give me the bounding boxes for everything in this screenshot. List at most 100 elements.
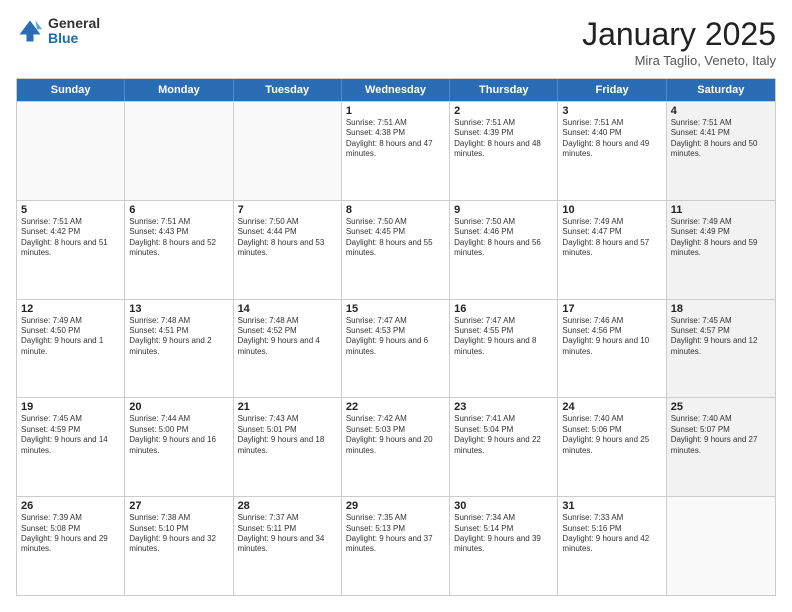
cell-details: Sunrise: 7:51 AM Sunset: 4:38 PM Dayligh… (346, 118, 445, 160)
cell-details: Sunrise: 7:47 AM Sunset: 4:53 PM Dayligh… (346, 316, 445, 358)
day-number: 9 (454, 204, 553, 216)
logo-general-label: General (48, 16, 100, 31)
day-number: 12 (21, 303, 120, 315)
cell-details: Sunrise: 7:48 AM Sunset: 4:52 PM Dayligh… (238, 316, 337, 358)
calendar-cell-3-3: 22Sunrise: 7:42 AM Sunset: 5:03 PM Dayli… (342, 398, 450, 496)
calendar-cell-4-2: 28Sunrise: 7:37 AM Sunset: 5:11 PM Dayli… (234, 497, 342, 595)
calendar-cell-1-6: 11Sunrise: 7:49 AM Sunset: 4:49 PM Dayli… (667, 201, 775, 299)
calendar-cell-3-4: 23Sunrise: 7:41 AM Sunset: 5:04 PM Dayli… (450, 398, 558, 496)
day-number: 22 (346, 401, 445, 413)
calendar-cell-2-6: 18Sunrise: 7:45 AM Sunset: 4:57 PM Dayli… (667, 300, 775, 398)
cell-details: Sunrise: 7:51 AM Sunset: 4:43 PM Dayligh… (129, 217, 228, 259)
calendar-cell-3-6: 25Sunrise: 7:40 AM Sunset: 5:07 PM Dayli… (667, 398, 775, 496)
day-number: 10 (562, 204, 661, 216)
day-number: 21 (238, 401, 337, 413)
day-number: 20 (129, 401, 228, 413)
cell-details: Sunrise: 7:38 AM Sunset: 5:10 PM Dayligh… (129, 513, 228, 555)
calendar: SundayMondayTuesdayWednesdayThursdayFrid… (16, 78, 776, 596)
calendar-cell-0-1 (125, 102, 233, 200)
header-day-tuesday: Tuesday (234, 79, 342, 101)
day-number: 11 (671, 204, 771, 216)
cell-details: Sunrise: 7:48 AM Sunset: 4:51 PM Dayligh… (129, 316, 228, 358)
cell-details: Sunrise: 7:37 AM Sunset: 5:11 PM Dayligh… (238, 513, 337, 555)
header-day-friday: Friday (558, 79, 666, 101)
cell-details: Sunrise: 7:35 AM Sunset: 5:13 PM Dayligh… (346, 513, 445, 555)
calendar-cell-2-5: 17Sunrise: 7:46 AM Sunset: 4:56 PM Dayli… (558, 300, 666, 398)
calendar-cell-4-1: 27Sunrise: 7:38 AM Sunset: 5:10 PM Dayli… (125, 497, 233, 595)
calendar-cell-1-4: 9Sunrise: 7:50 AM Sunset: 4:46 PM Daylig… (450, 201, 558, 299)
logo-blue-label: Blue (48, 31, 100, 46)
logo: General Blue (16, 16, 100, 47)
cell-details: Sunrise: 7:46 AM Sunset: 4:56 PM Dayligh… (562, 316, 661, 358)
day-number: 18 (671, 303, 771, 315)
day-number: 30 (454, 500, 553, 512)
day-number: 1 (346, 105, 445, 117)
day-number: 5 (21, 204, 120, 216)
location-subtitle: Mira Taglio, Veneto, Italy (582, 53, 776, 68)
logo-icon (16, 17, 44, 45)
calendar-row-0: 1Sunrise: 7:51 AM Sunset: 4:38 PM Daylig… (17, 101, 775, 200)
cell-details: Sunrise: 7:51 AM Sunset: 4:41 PM Dayligh… (671, 118, 771, 160)
day-number: 4 (671, 105, 771, 117)
cell-details: Sunrise: 7:42 AM Sunset: 5:03 PM Dayligh… (346, 414, 445, 456)
header-day-thursday: Thursday (450, 79, 558, 101)
day-number: 6 (129, 204, 228, 216)
calendar-cell-1-2: 7Sunrise: 7:50 AM Sunset: 4:44 PM Daylig… (234, 201, 342, 299)
cell-details: Sunrise: 7:43 AM Sunset: 5:01 PM Dayligh… (238, 414, 337, 456)
calendar-row-4: 26Sunrise: 7:39 AM Sunset: 5:08 PM Dayli… (17, 496, 775, 595)
day-number: 7 (238, 204, 337, 216)
calendar-row-3: 19Sunrise: 7:45 AM Sunset: 4:59 PM Dayli… (17, 397, 775, 496)
header: General Blue January 2025 Mira Taglio, V… (16, 16, 776, 68)
title-block: January 2025 Mira Taglio, Veneto, Italy (582, 16, 776, 68)
day-number: 25 (671, 401, 771, 413)
cell-details: Sunrise: 7:34 AM Sunset: 5:14 PM Dayligh… (454, 513, 553, 555)
day-number: 29 (346, 500, 445, 512)
day-number: 3 (562, 105, 661, 117)
calendar-cell-3-5: 24Sunrise: 7:40 AM Sunset: 5:06 PM Dayli… (558, 398, 666, 496)
cell-details: Sunrise: 7:33 AM Sunset: 5:16 PM Dayligh… (562, 513, 661, 555)
cell-details: Sunrise: 7:50 AM Sunset: 4:44 PM Dayligh… (238, 217, 337, 259)
day-number: 28 (238, 500, 337, 512)
calendar-cell-4-4: 30Sunrise: 7:34 AM Sunset: 5:14 PM Dayli… (450, 497, 558, 595)
calendar-cell-0-0 (17, 102, 125, 200)
header-day-monday: Monday (125, 79, 233, 101)
calendar-cell-4-6 (667, 497, 775, 595)
calendar-cell-0-2 (234, 102, 342, 200)
day-number: 13 (129, 303, 228, 315)
calendar-cell-1-3: 8Sunrise: 7:50 AM Sunset: 4:45 PM Daylig… (342, 201, 450, 299)
calendar-row-2: 12Sunrise: 7:49 AM Sunset: 4:50 PM Dayli… (17, 299, 775, 398)
calendar-cell-4-0: 26Sunrise: 7:39 AM Sunset: 5:08 PM Dayli… (17, 497, 125, 595)
calendar-cell-0-3: 1Sunrise: 7:51 AM Sunset: 4:38 PM Daylig… (342, 102, 450, 200)
calendar-row-1: 5Sunrise: 7:51 AM Sunset: 4:42 PM Daylig… (17, 200, 775, 299)
header-day-sunday: Sunday (17, 79, 125, 101)
calendar-cell-0-5: 3Sunrise: 7:51 AM Sunset: 4:40 PM Daylig… (558, 102, 666, 200)
cell-details: Sunrise: 7:40 AM Sunset: 5:06 PM Dayligh… (562, 414, 661, 456)
cell-details: Sunrise: 7:44 AM Sunset: 5:00 PM Dayligh… (129, 414, 228, 456)
calendar-cell-1-5: 10Sunrise: 7:49 AM Sunset: 4:47 PM Dayli… (558, 201, 666, 299)
cell-details: Sunrise: 7:41 AM Sunset: 5:04 PM Dayligh… (454, 414, 553, 456)
calendar-cell-0-6: 4Sunrise: 7:51 AM Sunset: 4:41 PM Daylig… (667, 102, 775, 200)
calendar-cell-3-1: 20Sunrise: 7:44 AM Sunset: 5:00 PM Dayli… (125, 398, 233, 496)
day-number: 14 (238, 303, 337, 315)
cell-details: Sunrise: 7:39 AM Sunset: 5:08 PM Dayligh… (21, 513, 120, 555)
calendar-cell-4-5: 31Sunrise: 7:33 AM Sunset: 5:16 PM Dayli… (558, 497, 666, 595)
day-number: 8 (346, 204, 445, 216)
calendar-cell-3-0: 19Sunrise: 7:45 AM Sunset: 4:59 PM Dayli… (17, 398, 125, 496)
cell-details: Sunrise: 7:49 AM Sunset: 4:50 PM Dayligh… (21, 316, 120, 358)
day-number: 17 (562, 303, 661, 315)
cell-details: Sunrise: 7:40 AM Sunset: 5:07 PM Dayligh… (671, 414, 771, 456)
cell-details: Sunrise: 7:49 AM Sunset: 4:49 PM Dayligh… (671, 217, 771, 259)
cell-details: Sunrise: 7:50 AM Sunset: 4:45 PM Dayligh… (346, 217, 445, 259)
cell-details: Sunrise: 7:47 AM Sunset: 4:55 PM Dayligh… (454, 316, 553, 358)
cell-details: Sunrise: 7:45 AM Sunset: 4:59 PM Dayligh… (21, 414, 120, 456)
header-day-wednesday: Wednesday (342, 79, 450, 101)
calendar-cell-0-4: 2Sunrise: 7:51 AM Sunset: 4:39 PM Daylig… (450, 102, 558, 200)
calendar-header: SundayMondayTuesdayWednesdayThursdayFrid… (17, 79, 775, 101)
cell-details: Sunrise: 7:49 AM Sunset: 4:47 PM Dayligh… (562, 217, 661, 259)
day-number: 24 (562, 401, 661, 413)
day-number: 23 (454, 401, 553, 413)
calendar-cell-2-2: 14Sunrise: 7:48 AM Sunset: 4:52 PM Dayli… (234, 300, 342, 398)
cell-details: Sunrise: 7:45 AM Sunset: 4:57 PM Dayligh… (671, 316, 771, 358)
day-number: 16 (454, 303, 553, 315)
day-number: 2 (454, 105, 553, 117)
